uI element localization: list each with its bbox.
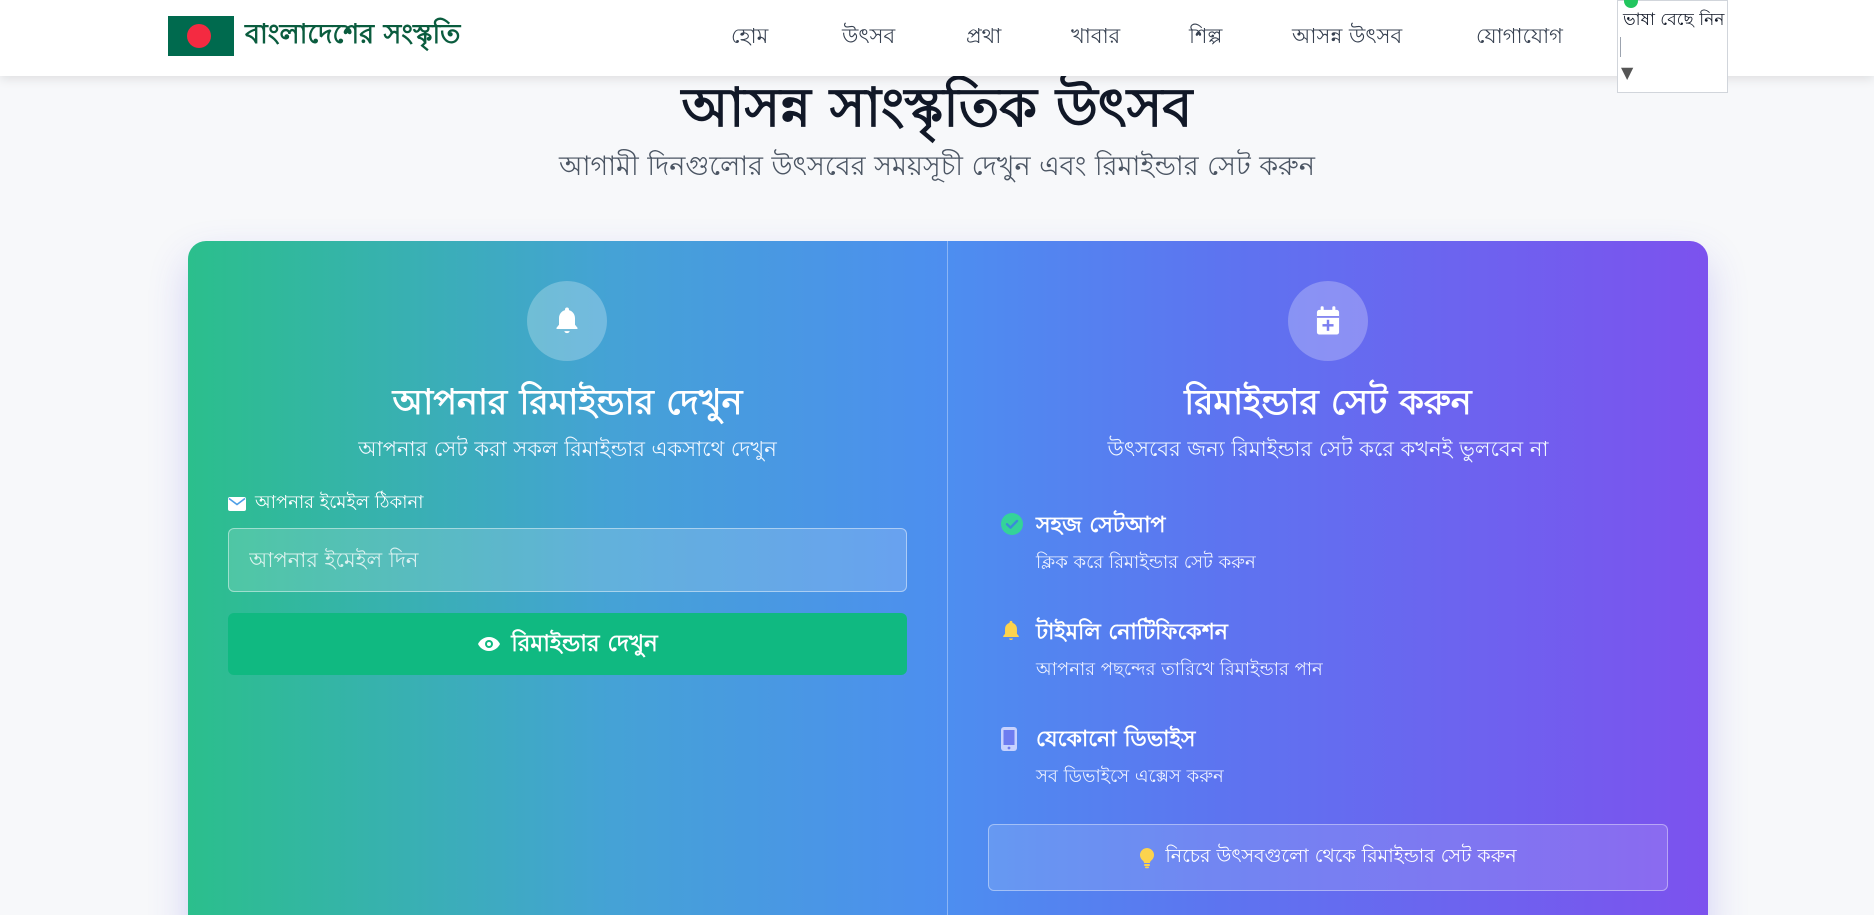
- page-title: আসন্ন সাংস্কৃতিক উৎসব: [681, 76, 1193, 139]
- bangladesh-flag-icon: [168, 16, 234, 56]
- brand[interactable]: বাংলাদেশের সংস্কৃতি: [168, 16, 460, 56]
- nav-link-arts[interactable]: শিল্প: [1189, 20, 1222, 55]
- brand-name[interactable]: বাংলাদেশের সংস্কৃতি: [245, 14, 460, 59]
- nav-link-upcoming-festivals[interactable]: আসন্ন উৎসব: [1292, 20, 1402, 55]
- feature-title: যেকোনো ডিভাইস: [1036, 727, 1196, 752]
- nav-link-contact[interactable]: যোগাযোগ: [1476, 20, 1563, 55]
- email-label-text: আপনার ইমেইল ঠিকানা: [255, 492, 424, 513]
- feature-any-device: যেকোনো ডিভাইস সব ডিভাইসে এক্সেস করুন: [1000, 722, 1224, 793]
- email-input[interactable]: [228, 528, 907, 592]
- nav-link-traditions[interactable]: প্রথা: [966, 20, 1001, 55]
- feature-title: টাইমলি নোটিফিকেশন: [1036, 620, 1228, 645]
- feature-timely-notification: টাইমলি নোটিফিকেশন আপনার পছন্দের তারিখে র…: [1000, 615, 1323, 686]
- eye-icon: [478, 637, 501, 651]
- set-reminder-subtitle: উৎসবের জন্য রিমাইন্ডার সেট করে কখনই ভুলব…: [1107, 437, 1549, 461]
- calendar-plus-icon: [1288, 281, 1368, 361]
- reminder-card: আপনার রিমাইন্ডার দেখুন আপনার সেট করা সকল…: [188, 241, 1708, 915]
- set-reminder-title: রিমাইন্ডার সেট করুন: [1184, 383, 1472, 423]
- bell-icon: [527, 281, 607, 361]
- envelope-icon: [228, 496, 246, 511]
- view-reminders-title: আপনার রিমাইন্ডার দেখুন: [392, 383, 743, 423]
- tip-text: নিচের উৎসবগুলো থেকে রিমাইন্ডার সেট করুন: [1165, 844, 1517, 867]
- feature-title: সহজ সেটআপ: [1036, 513, 1166, 538]
- lightbulb-icon: [1140, 847, 1155, 868]
- mobile-icon: [1000, 726, 1026, 756]
- nav-link-food[interactable]: খাবার: [1071, 20, 1120, 55]
- feature-desc: আপনার পছন্দের তারিখে রিমাইন্ডার পান: [1036, 659, 1323, 680]
- panel-divider: [947, 241, 948, 915]
- tip-box: নিচের উৎসবগুলো থেকে রিমাইন্ডার সেট করুন: [988, 824, 1668, 891]
- language-dropdown-caret-icon[interactable]: ▼: [1621, 63, 1633, 82]
- language-cursor: [1620, 37, 1621, 57]
- language-selector[interactable]: ভাষা বেছে নিন ▼: [1617, 0, 1728, 93]
- nav-link-home[interactable]: হোম: [731, 20, 768, 55]
- view-reminders-subtitle: আপনার সেট করা সকল রিমাইন্ডার একসাথে দেখু…: [358, 437, 777, 461]
- email-label: আপনার ইমেইল ঠিকানা: [228, 488, 423, 519]
- nav-link-festivals[interactable]: উৎসব: [842, 20, 895, 55]
- page-subtitle: আগামী দিনগুলোর উৎসবের সময়সূচী দেখুন এবং…: [559, 151, 1315, 182]
- bell-icon: [1000, 619, 1026, 647]
- feature-easy-setup: সহজ সেটআপ ক্লিক করে রিমাইন্ডার সেট করুন: [1000, 508, 1256, 579]
- feature-desc: সব ডিভাইসে এক্সেস করুন: [1036, 766, 1224, 787]
- feature-desc: ক্লিক করে রিমাইন্ডার সেট করুন: [1036, 552, 1256, 573]
- view-reminders-button-label: রিমাইন্ডার দেখুন: [511, 630, 658, 657]
- language-label: ভাষা বেছে নিন: [1623, 10, 1725, 30]
- navbar: বাংলাদেশের সংস্কৃতি হোম উৎসব প্রথা খাবার…: [0, 0, 1874, 76]
- check-circle-icon: [1000, 512, 1026, 540]
- view-reminders-button[interactable]: রিমাইন্ডার দেখুন: [228, 613, 907, 675]
